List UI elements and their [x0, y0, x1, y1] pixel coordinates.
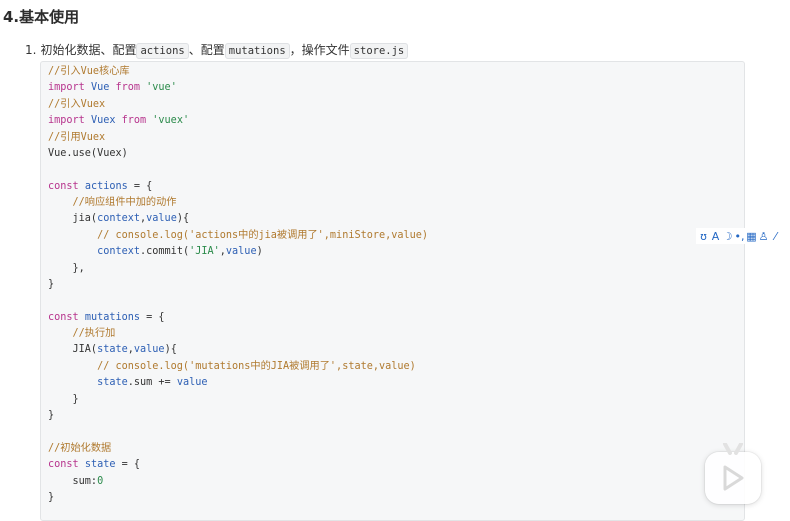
- code-token: state: [97, 377, 128, 389]
- inline-code-filename: store.js: [349, 43, 409, 59]
- code-token: }: [48, 491, 55, 503]
- code-token: 'vue': [146, 82, 177, 94]
- ime-logo-icon[interactable]: ʊ: [698, 229, 709, 243]
- code-token: },: [48, 262, 85, 274]
- code-token: from: [115, 82, 147, 94]
- code-line: sum:0: [48, 474, 104, 490]
- code-token: const: [48, 311, 85, 323]
- code-block: //引入Vue核心库 import Vue from 'vue' //引入Vuex i…: [40, 61, 745, 521]
- code-line: state.sum += value: [48, 375, 208, 391]
- list-item-number: 1.: [25, 43, 37, 57]
- code-line: // console.log('mutations中的JIA被调用了',stat…: [48, 359, 416, 375]
- code-line: // console.log('actions中的jia被调用了',miniSt…: [48, 228, 428, 244]
- code-token: }: [48, 393, 79, 405]
- code-token: jia(: [48, 213, 98, 225]
- inline-code-actions: actions: [136, 43, 189, 59]
- inline-code-mutations: mutations: [224, 43, 290, 59]
- code-token: 'JIA': [189, 246, 220, 258]
- keyboard-icon[interactable]: ▦: [746, 229, 757, 243]
- code-line: Vue.use(Vuex): [48, 146, 128, 162]
- code-token: 0: [97, 475, 104, 487]
- punctuation-icon[interactable]: •,: [734, 229, 745, 243]
- code-token: ){: [176, 213, 190, 225]
- skin-icon[interactable]: ⁄: [770, 229, 781, 243]
- list-item-text: ，操作文件: [289, 43, 350, 57]
- code-token: Vue.use(Vuex): [48, 147, 128, 159]
- code-token: context: [97, 213, 141, 225]
- code-line: }: [48, 277, 54, 293]
- code-token: value: [176, 377, 208, 389]
- code-line: }: [48, 490, 54, 506]
- code-line: //响应组件中加的动作: [48, 195, 177, 211]
- code-line: jia(context,value){: [48, 211, 190, 227]
- code-token: = {: [140, 311, 165, 323]
- code-token: JIA(: [48, 344, 98, 356]
- code-token: //引用Vuex: [48, 131, 106, 143]
- code-token: import: [48, 115, 91, 127]
- code-token: // console.log('mutations中的JIA被调用了',stat…: [48, 360, 416, 372]
- list-item-text: 、配置: [188, 43, 225, 57]
- code-line: import Vue from 'vue': [48, 80, 177, 96]
- code-line: //引用Vuex: [48, 130, 105, 146]
- tv-ears-icon: [723, 443, 743, 455]
- code-token: ){: [164, 344, 177, 356]
- code-token: = {: [115, 459, 141, 471]
- chinese-english-toggle[interactable]: A: [710, 229, 721, 243]
- code-line: }: [48, 392, 79, 408]
- code-token: //初始化数据: [48, 442, 112, 454]
- code-token: //执行加: [48, 328, 116, 340]
- code-token: value: [225, 246, 257, 258]
- code-token: .sum +=: [127, 377, 177, 389]
- code-token: state: [97, 344, 128, 356]
- section-heading: 4.基本使用: [3, 8, 80, 26]
- code-token: actions: [84, 180, 128, 192]
- code-line: const actions = {: [48, 179, 152, 195]
- list-item-text: 初始化数据、配置: [40, 43, 137, 57]
- code-line: //执行加: [48, 326, 116, 342]
- code-token: }: [48, 409, 55, 421]
- code-token: const: [48, 459, 85, 471]
- code-token: .commit(: [140, 246, 190, 258]
- code-token: from: [121, 115, 153, 127]
- code-token: state: [84, 459, 116, 471]
- code-token: //引入Vuex: [48, 98, 106, 110]
- code-token: Vue: [90, 82, 116, 94]
- code-token: // console.log('actions中的jia被调用了',miniSt…: [48, 229, 429, 241]
- code-token: 'vuex': [152, 115, 190, 127]
- list-item: 1. 初始化数据、配置 actions 、配置 mutations ，操作文件 store.…: [25, 40, 409, 61]
- code-token: Vuex: [90, 115, 122, 127]
- code-line: const state = {: [48, 457, 140, 473]
- code-line: }: [48, 408, 54, 424]
- code-token: //引入Vue核心库: [48, 66, 130, 77]
- code-line: //引入Vuex: [48, 97, 105, 113]
- code-token: //响应组件中加的动作: [48, 197, 177, 209]
- code-line: JIA(state,value){: [48, 342, 177, 358]
- code-token: import: [48, 82, 91, 94]
- code-token: context: [97, 246, 141, 258]
- code-line: //初始化数据: [48, 441, 111, 457]
- ime-toolbar[interactable]: ʊ A ☽ •, ▦ ♙ ⁄: [696, 228, 783, 244]
- code-token: value: [133, 344, 165, 356]
- code-line: import Vuex from 'vuex': [48, 113, 189, 129]
- code-token: }: [48, 278, 55, 290]
- code-line: const mutations = {: [48, 310, 165, 326]
- code-token: value: [146, 213, 177, 225]
- code-token: const: [48, 180, 85, 192]
- user-icon[interactable]: ♙: [758, 229, 769, 243]
- code-line: },: [48, 261, 85, 277]
- code-token: mutations: [84, 311, 141, 323]
- code-line: //引入Vue核心库: [48, 64, 130, 80]
- code-token: ): [256, 246, 263, 258]
- play-icon: [723, 465, 744, 491]
- code-token: sum:: [48, 475, 98, 487]
- halfwidth-moon-icon[interactable]: ☽: [722, 229, 733, 243]
- code-line: context.commit('JIA',value): [48, 244, 263, 260]
- code-token: = {: [127, 180, 153, 192]
- video-play-button[interactable]: [705, 443, 761, 504]
